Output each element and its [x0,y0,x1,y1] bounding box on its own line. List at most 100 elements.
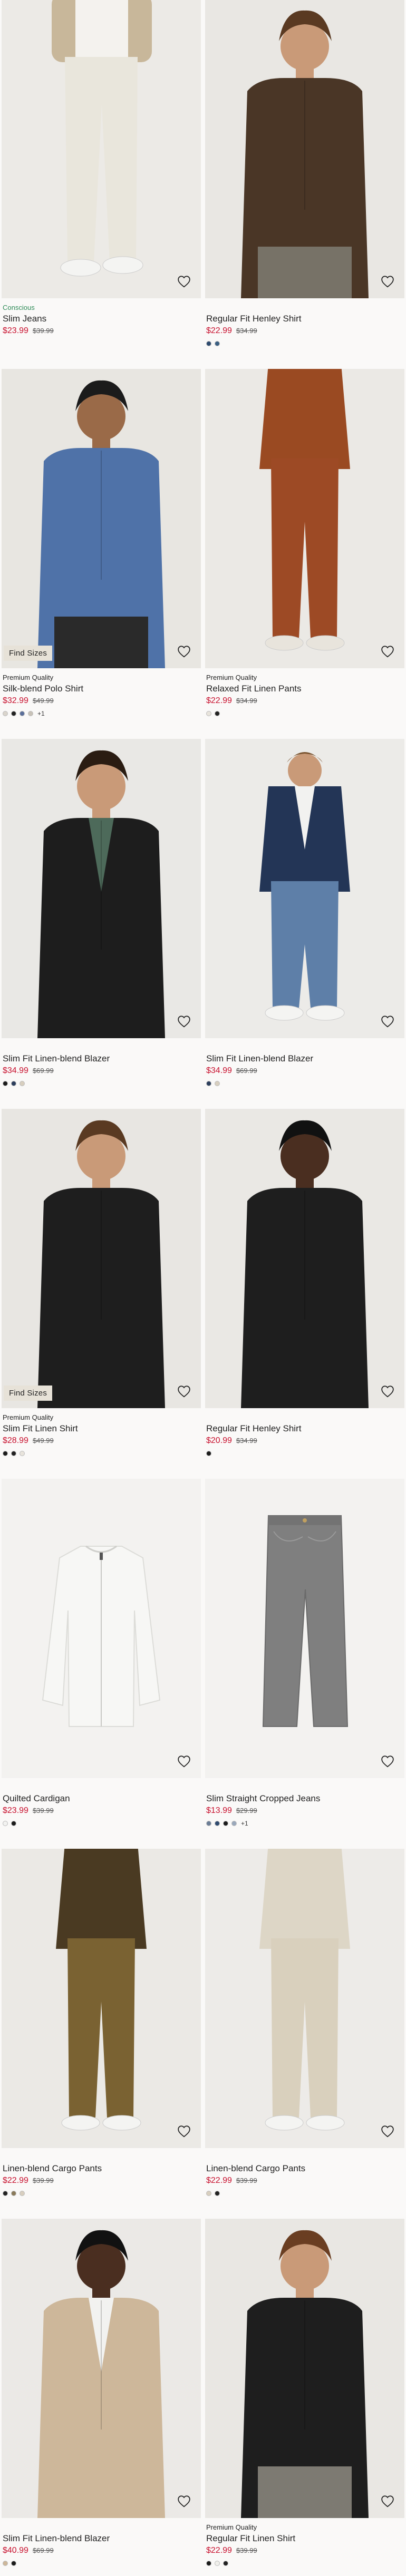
heart-icon[interactable] [378,1012,397,1031]
product-title[interactable]: Slim Jeans [3,313,200,325]
more-colors-count[interactable]: +1 [37,710,45,717]
color-swatch[interactable] [206,1451,211,1456]
find-sizes-badge[interactable]: Find Sizes [4,646,53,661]
product-title[interactable]: Quilted Cardigan [3,1793,200,1804]
color-swatch[interactable] [11,2191,16,2196]
product-title[interactable]: Slim Fit Linen Shirt [3,1423,200,1435]
product-card[interactable]: Slim Fit Linen-blend Blazer $40.99 $69.99 [2,2219,201,2567]
product-title[interactable]: Slim Fit Linen-blend Blazer [3,2533,200,2544]
color-swatch[interactable] [206,1081,211,1086]
color-swatch[interactable] [3,1081,8,1086]
color-swatch[interactable] [3,2561,8,2566]
color-swatch[interactable] [20,1451,25,1456]
product-card[interactable]: Regular Fit Henley Shirt $22.99 $34.99 [205,0,404,347]
product-grid: Conscious Slim Jeans $23.99 $39.99 Regular … [0,0,406,2576]
color-swatch[interactable] [11,711,16,716]
product-tag [206,304,403,312]
product-title[interactable]: Regular Fit Henley Shirt [206,1423,403,1435]
product-image[interactable] [205,1479,404,1778]
product-image[interactable]: Find Sizes [2,369,201,668]
product-image[interactable] [205,1109,404,1408]
product-title[interactable]: Linen-blend Cargo Pants [3,2163,200,2174]
color-swatch[interactable] [215,341,220,346]
product-title[interactable]: Slim Fit Linen-blend Blazer [3,1053,200,1065]
color-swatch[interactable] [206,1821,211,1826]
color-swatch[interactable] [3,711,8,716]
product-image[interactable] [2,1849,201,2148]
sale-price: $23.99 [3,326,28,335]
product-title[interactable]: Slim Fit Linen-blend Blazer [206,1053,403,1065]
heart-icon[interactable] [175,1382,194,1401]
heart-icon[interactable] [175,2492,194,2511]
color-swatch[interactable] [3,2191,8,2196]
product-prices: $23.99 $39.99 [3,326,200,336]
color-swatch[interactable] [206,2561,211,2566]
heart-icon[interactable] [378,2492,397,2511]
color-swatch[interactable] [215,2191,220,2196]
product-card[interactable]: Premium Quality Relaxed Fit Linen Pants $2… [205,369,404,717]
color-swatch[interactable] [3,1821,8,1826]
heart-icon[interactable] [175,2122,194,2141]
original-price: $39.99 [32,2177,54,2184]
product-card[interactable]: Find Sizes Premium Quality Slim Fit Linen … [2,1109,201,1457]
color-swatch[interactable] [20,2191,25,2196]
color-swatch[interactable] [20,1081,25,1086]
product-card[interactable]: Slim Fit Linen-blend Blazer $34.99 $69.99 [205,739,404,1087]
color-swatch[interactable] [28,711,33,716]
color-swatch[interactable] [215,2561,220,2566]
product-card[interactable]: Premium Quality Regular Fit Linen Shirt $2… [205,2219,404,2567]
more-colors-count[interactable]: +1 [241,1820,248,1827]
product-prices: $40.99 $69.99 [3,2545,200,2556]
color-swatch[interactable] [11,2561,16,2566]
color-swatch[interactable] [206,341,211,346]
color-swatch[interactable] [215,711,220,716]
product-card[interactable]: Find Sizes Premium Quality Silk-blend Polo… [2,369,201,717]
color-swatch[interactable] [215,1821,220,1826]
product-title[interactable]: Linen-blend Cargo Pants [206,2163,403,2174]
color-swatch[interactable] [20,711,25,716]
color-swatch[interactable] [3,1451,8,1456]
product-title[interactable]: Regular Fit Linen Shirt [206,2533,403,2544]
product-card[interactable]: Slim Fit Linen-blend Blazer $34.99 $69.99 [2,739,201,1087]
color-swatch[interactable] [11,1081,16,1086]
product-image[interactable] [2,0,201,298]
color-swatch[interactable] [11,1821,16,1826]
product-card[interactable]: Regular Fit Henley Shirt $20.99 $34.99 [205,1109,404,1457]
find-sizes-badge[interactable]: Find Sizes [4,1385,53,1401]
product-card[interactable]: Conscious Slim Jeans $23.99 $39.99 [2,0,201,347]
color-swatch[interactable] [215,1081,220,1086]
heart-icon[interactable] [378,1382,397,1401]
product-card[interactable]: Quilted Cardigan $23.99 $39.99 [2,1479,201,1827]
product-image[interactable] [205,369,404,668]
color-swatch[interactable] [223,2561,228,2566]
product-image[interactable] [2,2219,201,2518]
product-tag [206,2153,403,2162]
product-card[interactable]: Linen-blend Cargo Pants $22.99 $39.99 [2,1849,201,2197]
heart-icon[interactable] [378,2122,397,2141]
heart-icon[interactable] [175,1012,194,1031]
heart-icon[interactable] [378,642,397,661]
heart-icon[interactable] [175,642,194,661]
product-image[interactable] [205,0,404,298]
product-title[interactable]: Slim Straight Cropped Jeans [206,1793,403,1804]
product-card[interactable]: Linen-blend Cargo Pants $22.99 $39.99 [205,1849,404,2197]
color-swatch[interactable] [206,711,211,716]
heart-icon[interactable] [378,272,397,291]
product-image[interactable] [205,2219,404,2518]
product-image[interactable] [205,739,404,1038]
color-swatch[interactable] [231,1821,237,1826]
color-swatch[interactable] [223,1821,228,1826]
heart-icon[interactable] [175,1752,194,1771]
product-title[interactable]: Regular Fit Henley Shirt [206,313,403,325]
product-title[interactable]: Silk-blend Polo Shirt [3,683,200,695]
product-image[interactable] [205,1849,404,2148]
product-image[interactable] [2,1479,201,1778]
product-title[interactable]: Relaxed Fit Linen Pants [206,683,403,695]
color-swatch[interactable] [11,1451,16,1456]
color-swatch[interactable] [206,2191,211,2196]
heart-icon[interactable] [175,272,194,291]
heart-icon[interactable] [378,1752,397,1771]
product-card[interactable]: Slim Straight Cropped Jeans $13.99 $29.99 +… [205,1479,404,1827]
product-image[interactable]: Find Sizes [2,1109,201,1408]
product-image[interactable] [2,739,201,1038]
